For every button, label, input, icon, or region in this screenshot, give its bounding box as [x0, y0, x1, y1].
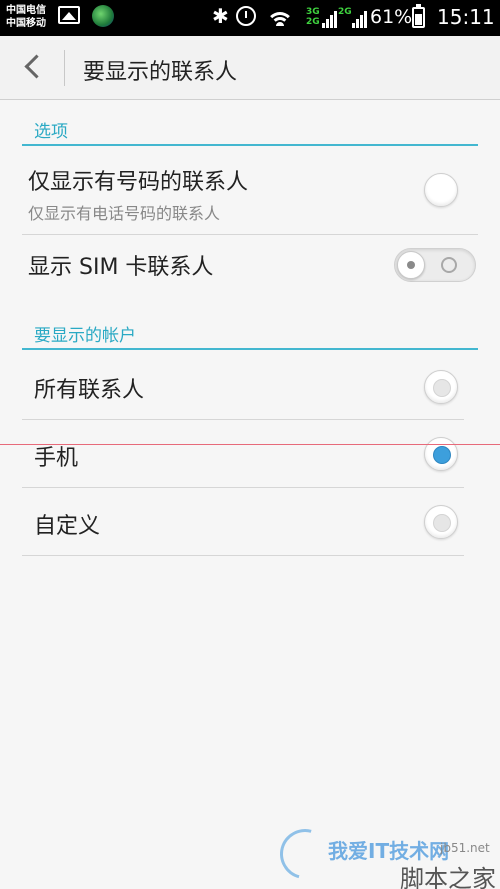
gallery-icon [58, 6, 80, 24]
carrier-1: 中国电信 [6, 5, 46, 16]
carrier-2: 中国移动 [6, 18, 46, 29]
radio-phone[interactable] [424, 437, 458, 471]
title-divider [64, 50, 65, 86]
account-custom[interactable]: 自定义 [22, 488, 478, 555]
radio-all-contacts[interactable] [424, 370, 458, 404]
title-bar: 要显示的联系人 [0, 36, 500, 100]
option-label: 显示 SIM 卡联系人 [28, 255, 214, 280]
back-chevron-icon[interactable] [18, 50, 52, 86]
alarm-icon [236, 6, 256, 26]
section-header-accounts: 要显示的帐户 [22, 316, 478, 350]
clock: 15:11 [437, 5, 495, 29]
bluetooth-icon: ✱ [212, 4, 229, 28]
radio-custom[interactable] [424, 505, 458, 539]
watermark-text-3: 脚本之家 [400, 865, 496, 889]
battery-percent: 61% [370, 6, 413, 28]
watermark-text-2: jb51.net [440, 841, 490, 855]
page-title: 要显示的联系人 [83, 60, 238, 85]
battery-icon [412, 4, 425, 28]
account-label: 自定义 [34, 514, 101, 539]
network-type-1: 3G 2G [306, 7, 320, 27]
carrier-labels: 中国电信 中国移动 [6, 4, 46, 30]
section-title: 要显示的帐户 [34, 326, 136, 346]
status-bar: 中国电信 中国移动 ✱ 3G 2G 2G 61% 15:11 [0, 0, 500, 36]
network-type-2: 2G [338, 7, 352, 17]
option-label: 仅显示有号码的联系人 [28, 170, 249, 195]
section-title: 选项 [34, 122, 68, 142]
wifi-icon [266, 6, 294, 26]
account-label: 所有联系人 [34, 378, 145, 403]
account-all-contacts[interactable]: 所有联系人 [22, 352, 478, 419]
option-numbers-only[interactable]: 仅显示有号码的联系人 仅显示有电话号码的联系人 [22, 148, 478, 234]
option-sublabel: 仅显示有电话号码的联系人 [28, 204, 221, 223]
toggle-knob [397, 251, 425, 279]
checkbox-numbers-only[interactable] [424, 173, 458, 207]
sim-contacts-toggle[interactable] [394, 248, 476, 282]
divider [22, 555, 464, 556]
globe-icon [92, 5, 114, 27]
toggle-off-icon [441, 257, 457, 273]
section-header-options: 选项 [22, 112, 478, 146]
watermark: 我爱IT技术网 jb51.net 脚本之家 [270, 819, 500, 889]
annotation-line [0, 444, 500, 445]
account-phone[interactable]: 手机 [22, 420, 478, 487]
